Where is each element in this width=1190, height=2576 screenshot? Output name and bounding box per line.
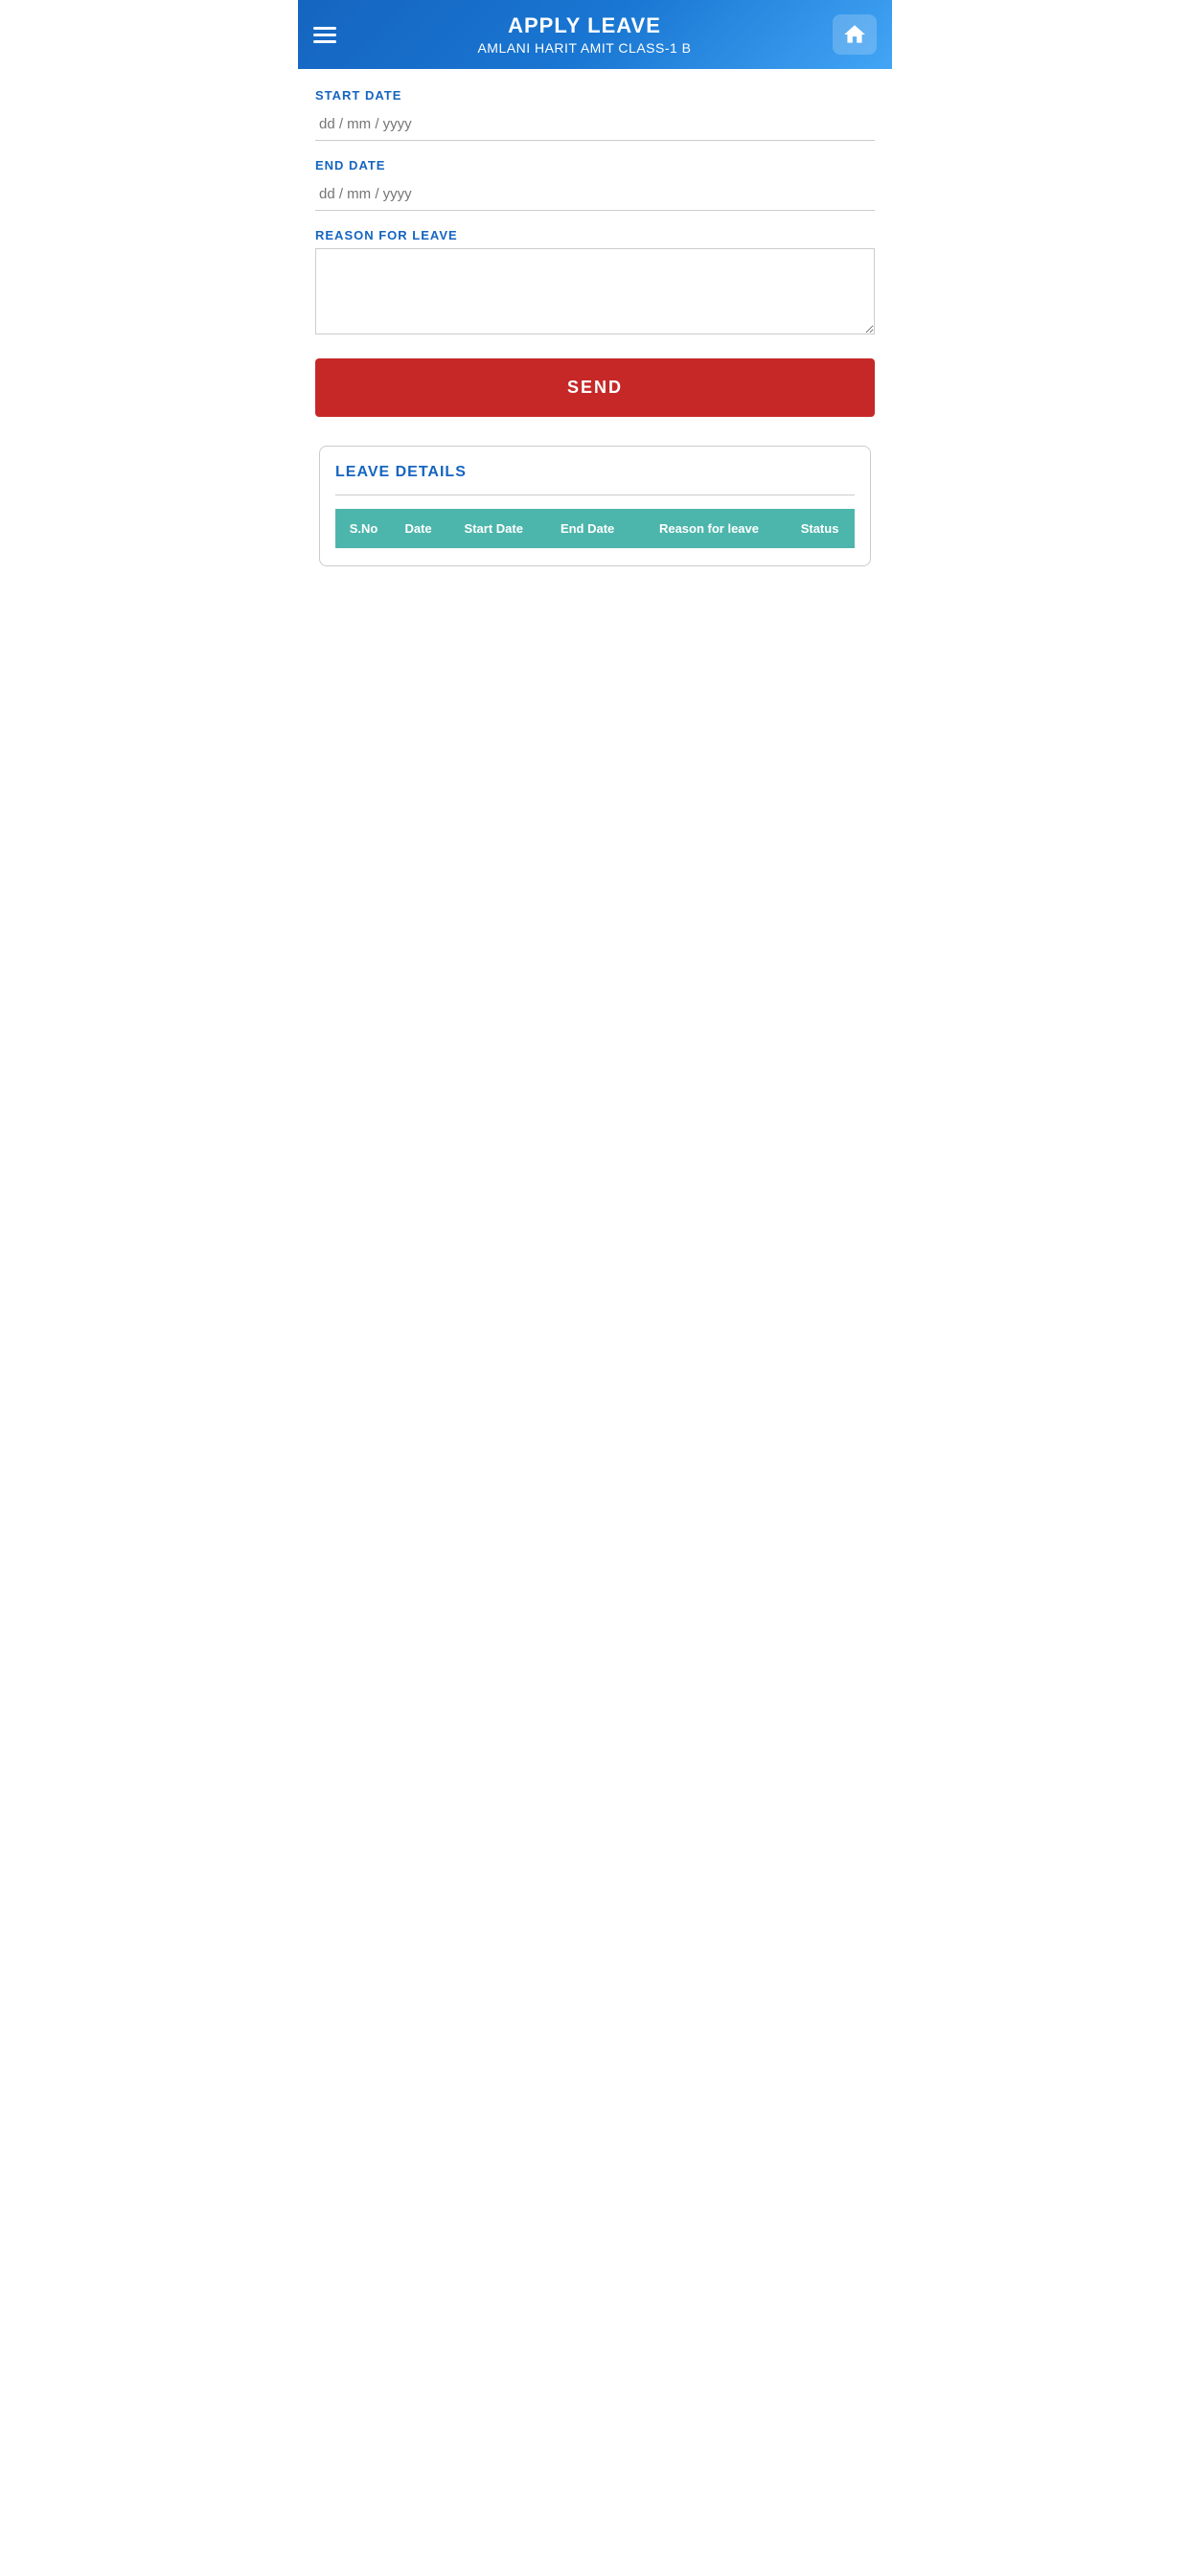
col-start-date: Start Date: [446, 510, 542, 548]
col-status: Status: [786, 510, 855, 548]
table-header-row: S.No Date Start Date End Date Reason for…: [336, 510, 855, 548]
app-header: APPLY LEAVE AMLANI HARIT AMIT CLASS-1 B: [298, 0, 892, 69]
menu-icon[interactable]: [313, 27, 336, 43]
leave-form: START DATE END DATE REASON FOR LEAVE SEN…: [298, 69, 892, 586]
leave-details-table: S.No Date Start Date End Date Reason for…: [335, 509, 855, 548]
end-date-input[interactable]: [315, 178, 875, 211]
col-reason: Reason for leave: [632, 510, 785, 548]
end-date-label: END DATE: [315, 158, 875, 172]
end-date-group: END DATE: [315, 158, 875, 211]
reason-textarea[interactable]: [315, 248, 875, 334]
student-name: AMLANI HARIT AMIT CLASS-1 B: [336, 40, 833, 56]
start-date-group: START DATE: [315, 88, 875, 141]
leave-details-card: LEAVE DETAILS S.No Date Start Date End D…: [319, 446, 871, 566]
reason-label: REASON FOR LEAVE: [315, 228, 875, 242]
col-sno: S.No: [336, 510, 392, 548]
start-date-label: START DATE: [315, 88, 875, 103]
leave-details-title: LEAVE DETAILS: [335, 464, 855, 481]
reason-group: REASON FOR LEAVE: [315, 228, 875, 339]
col-date: Date: [392, 510, 446, 548]
send-button[interactable]: SEND: [315, 358, 875, 417]
col-end-date: End Date: [542, 510, 632, 548]
page-title: APPLY LEAVE: [336, 13, 833, 38]
home-button[interactable]: [833, 14, 877, 55]
table-header: S.No Date Start Date End Date Reason for…: [336, 510, 855, 548]
header-title-block: APPLY LEAVE AMLANI HARIT AMIT CLASS-1 B: [336, 13, 833, 56]
divider: [335, 494, 855, 495]
home-icon: [842, 22, 867, 47]
start-date-input[interactable]: [315, 108, 875, 141]
